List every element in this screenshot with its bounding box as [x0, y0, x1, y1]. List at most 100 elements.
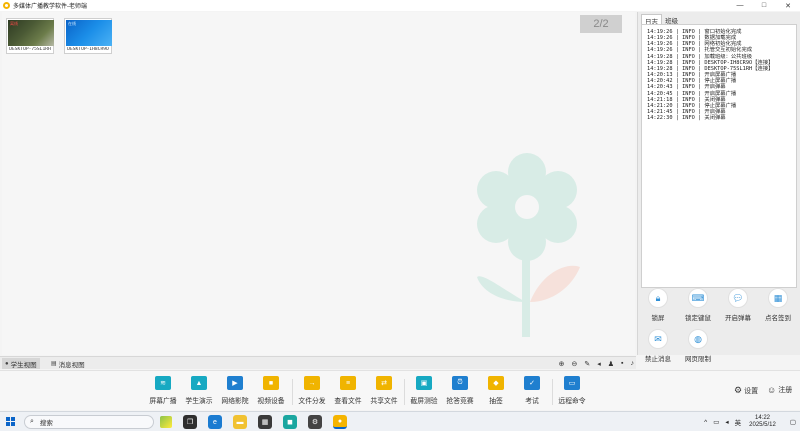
student-thumbnail[interactable]: 在线 DESKTOP-IH8CR9O [64, 18, 112, 54]
system-tray: ^ ▭ ◂ 英 14:22 2025/5/12 ▢ [698, 414, 796, 430]
file-distribute-button[interactable]: → 文件分发 [294, 376, 330, 405]
minimize-button[interactable]: — [728, 0, 752, 11]
video-device-button[interactable]: ■ 视频设备 [253, 376, 289, 405]
roll-call-button[interactable]: ▦ 点名签到 [758, 288, 798, 322]
share-files-button[interactable]: ⇄ 共享文件 [366, 376, 402, 405]
clock-time: 14:22 [754, 415, 770, 421]
main-toolbar: ≋ 屏幕广播 ▲ 学生演示 ▶ 网络影院 ■ 视频设备 → 文件分发 ≡ 查看文… [0, 370, 800, 410]
calendar-check-icon: ▦ [768, 288, 788, 308]
student-thumbnail[interactable]: 离线 DESKTOP-75SL1RH [6, 18, 54, 54]
exam-button[interactable]: ✓ 考试 [514, 376, 550, 405]
screenshot-quiz-button[interactable]: ▣ 截屏测验 [406, 376, 442, 405]
taskbar-pins: ❐ e ▬ ▦ ◼ ⚙ ● [183, 415, 358, 429]
mail-icon: ✉︎ [648, 329, 668, 349]
task-view-icon[interactable]: ❐ [183, 415, 197, 429]
zoom-in-icon[interactable]: ⊕ [559, 360, 565, 368]
play-icon: ▶ [227, 376, 243, 390]
student-status-tag: 离线 [10, 21, 18, 26]
network-icon[interactable]: ▭ [713, 418, 719, 426]
os-taskbar: ⌕ 搜索 ❐ e ▬ ▦ ◼ ⚙ ● ^ ▭ ◂ 英 14:22 2025/5/… [0, 411, 800, 431]
right-panel: 日志 班级 14:19:26 | INFO | 窗口初始化完成 14:19:26… [637, 12, 800, 363]
quick-answer-button[interactable]: ⏰︎ 抢答竞赛 [442, 376, 478, 405]
student-name: DESKTOP-75SL1RH [9, 47, 51, 52]
clock-date: 2025/5/12 [749, 422, 776, 428]
chat-bubble-icon: 💬︎ [728, 288, 748, 308]
screenshot-icon: ▣ [416, 376, 432, 390]
folder-share-icon: ⇄ [376, 376, 392, 390]
student-screen-preview: 离线 [8, 20, 54, 46]
teaching-software-icon[interactable]: ● [333, 415, 347, 429]
clock[interactable]: 14:22 2025/5/12 [749, 415, 776, 429]
broadcast-icon: ≋ [155, 376, 171, 390]
message-icon: ▤ [51, 361, 57, 367]
user-icon: ● [5, 360, 9, 367]
user-icon: ☺ [767, 385, 777, 395]
volume-icon[interactable]: ◂ [725, 418, 728, 426]
screen-broadcast-button[interactable]: ≋ 屏幕广播 [145, 376, 181, 405]
window-controls: — □ ✕ [728, 0, 800, 11]
student-screen-preview: 在线 [66, 20, 112, 46]
app-logo-icon [3, 2, 10, 9]
volume-icon[interactable]: ◂ [597, 360, 601, 368]
edge-browser-icon[interactable]: e [208, 415, 222, 429]
student-demo-button[interactable]: ▲ 学生演示 [181, 376, 217, 405]
app-window: 多媒体广播教学软件-老师端 — □ ✕ 离线 DESKTOP-75SL1RH 在… [0, 0, 800, 431]
view-tab-bar: ● 学生视图 ▤ 消息视图 ⊕ ⊖ ✎ ◂ ♟ ▪ ♪ [0, 356, 636, 369]
student-desktop-area: 离线 DESKTOP-75SL1RH 在线 DESKTOP-IH8CR9O [2, 12, 635, 355]
store-icon[interactable]: ▦ [258, 415, 272, 429]
remote-command-button[interactable]: ▭ 远程命令 [554, 376, 590, 405]
monitor-icon: ▭ [564, 376, 580, 390]
notification-icon[interactable]: ▢ [790, 418, 796, 426]
camera-icon[interactable]: ▪ [621, 360, 623, 367]
toolbar-divider [404, 379, 405, 405]
taskbar-search-input[interactable]: ⌕ 搜索 [24, 415, 154, 429]
toolbar-divider [552, 379, 553, 405]
network-cinema-button[interactable]: ▶ 网络影院 [217, 376, 253, 405]
globe-icon: ◍ [688, 329, 708, 349]
view-files-button[interactable]: ≡ 查看文件 [330, 376, 366, 405]
lock-keyboard-mouse-button[interactable]: ⌨︎ 锁定键鼠 [678, 288, 718, 322]
lock-screen-button[interactable]: 🔒︎ 锁屏 [638, 288, 678, 322]
toolbar-divider [292, 379, 293, 405]
log-list: 14:19:26 | INFO | 窗口初始化完成 14:19:26 | INF… [641, 24, 797, 288]
log-entry: 14:22:30 | INFO | 关闭弹幕 [647, 115, 726, 122]
flower-watermark-icon [477, 153, 580, 337]
chevron-up-icon[interactable]: ^ [704, 419, 707, 426]
box-icon: ◆ [488, 376, 504, 390]
settings-button[interactable]: ⚙ 设置 [734, 385, 758, 396]
exam-icon: ✓ [524, 376, 540, 390]
camera-icon: ■ [263, 376, 279, 390]
file-explorer-icon[interactable]: ▬ [233, 415, 247, 429]
input-language[interactable]: 英 [735, 417, 742, 427]
file-send-icon: → [304, 376, 320, 390]
register-button[interactable]: ☺ 注册 [767, 385, 792, 395]
student-status-tag: 在线 [68, 21, 76, 26]
view-tools: ⊕ ⊖ ✎ ◂ ♟ ▪ ♪ [552, 358, 634, 369]
settings-app-icon[interactable]: ⚙ [308, 415, 322, 429]
file-view-icon: ≡ [340, 376, 356, 390]
tab-message-view[interactable]: ▤ 消息视图 [48, 358, 88, 369]
alarm-icon: ⏰︎ [452, 376, 468, 390]
search-highlight-icon [160, 416, 172, 428]
maximize-button[interactable]: □ [752, 0, 776, 11]
app-icon[interactable]: ◼ [283, 415, 297, 429]
gear-icon: ⚙ [734, 385, 743, 395]
person-icon[interactable]: ♟ [608, 360, 614, 368]
close-button[interactable]: ✕ [776, 0, 800, 11]
windows-start-icon[interactable] [6, 417, 15, 426]
block-messages-button[interactable]: ✉︎ 禁止消息 [638, 329, 678, 363]
microphone-icon[interactable]: ♪ [631, 360, 635, 367]
draw-lots-button[interactable]: ◆ 抽签 [478, 376, 514, 405]
search-icon: ⌕ [30, 418, 34, 425]
lock-icon: 🔒︎ [648, 288, 668, 308]
pen-icon[interactable]: ✎ [584, 360, 590, 368]
window-title: 多媒体广播教学软件-老师端 [13, 4, 87, 10]
enable-danmaku-button[interactable]: 💬︎ 开启弹幕 [718, 288, 758, 322]
zoom-out-icon[interactable]: ⊖ [571, 360, 577, 368]
title-bar: 多媒体广播教学软件-老师端 — □ ✕ [0, 0, 800, 11]
student-name: DESKTOP-IH8CR9O [67, 47, 109, 52]
graduation-cap-icon: ▲ [191, 376, 207, 390]
page-indicator[interactable]: 2/2 [580, 15, 622, 33]
web-restriction-button[interactable]: ◍ 网页限制 [678, 329, 718, 363]
tab-student-view[interactable]: ● 学生视图 [2, 358, 40, 369]
